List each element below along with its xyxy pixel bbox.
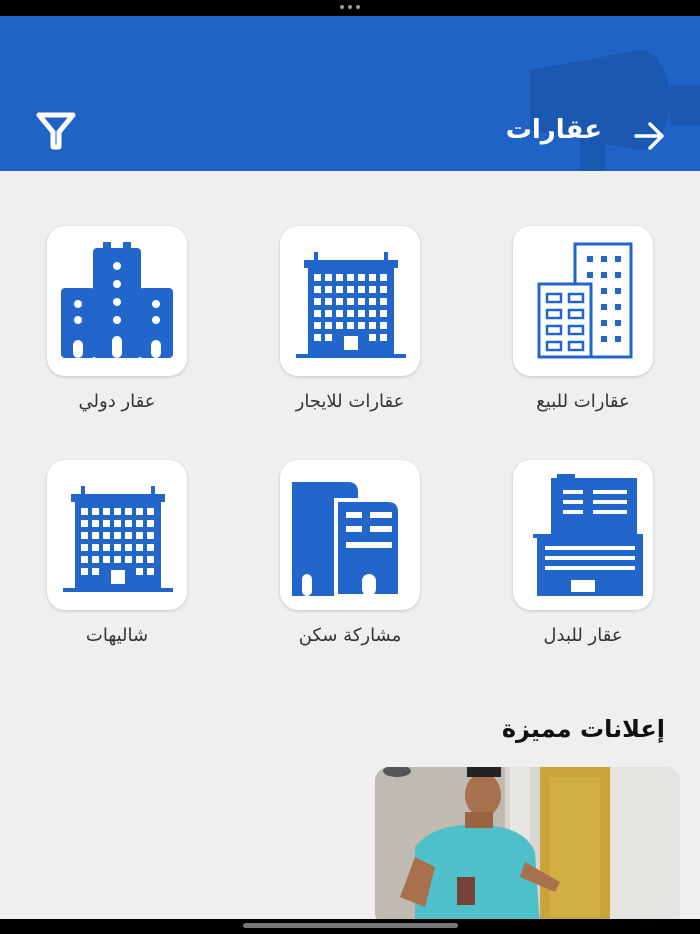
category-tile-shared-housing[interactable] bbox=[280, 460, 420, 610]
shared-building-icon bbox=[292, 482, 402, 598]
category-label: عقارات للايجار bbox=[295, 391, 405, 412]
home-indicator[interactable] bbox=[243, 923, 458, 928]
featured-ads-heading: إعلانات مميزة bbox=[501, 715, 665, 743]
app-screen: عقارات عقارات للبيع عقارات للايجار عقار … bbox=[0, 0, 700, 934]
category-label: عقار دولي bbox=[78, 391, 156, 412]
category-label: مشاركة سكن bbox=[298, 625, 402, 646]
category-tile-chalets[interactable] bbox=[47, 460, 187, 610]
category-tile-exchange[interactable] bbox=[513, 460, 653, 610]
towers-icon bbox=[61, 242, 173, 358]
multitasking-dots[interactable] bbox=[340, 5, 360, 11]
page-title: عقارات bbox=[505, 115, 602, 145]
category-tile-sale[interactable] bbox=[513, 226, 653, 376]
category-tile-international[interactable] bbox=[47, 226, 187, 376]
status-bar bbox=[0, 0, 700, 16]
category-label: عقارات للبيع bbox=[536, 391, 630, 412]
office-buildings-icon bbox=[537, 242, 633, 359]
megaphone-decoration bbox=[530, 50, 700, 171]
featured-ad-photo bbox=[375, 767, 680, 927]
featured-ad-card[interactable] bbox=[375, 767, 680, 927]
apartment-block-icon bbox=[296, 252, 406, 358]
arrow-right-icon[interactable] bbox=[632, 118, 668, 154]
category-label: عقار للبدل bbox=[543, 625, 623, 646]
filter-icon[interactable] bbox=[35, 110, 77, 152]
category-label: شاليهات bbox=[85, 625, 149, 646]
chalet-building-icon bbox=[63, 486, 173, 592]
header-bar: عقارات bbox=[0, 16, 700, 171]
category-tile-rent[interactable] bbox=[280, 226, 420, 376]
corporate-building-icon bbox=[533, 474, 643, 596]
